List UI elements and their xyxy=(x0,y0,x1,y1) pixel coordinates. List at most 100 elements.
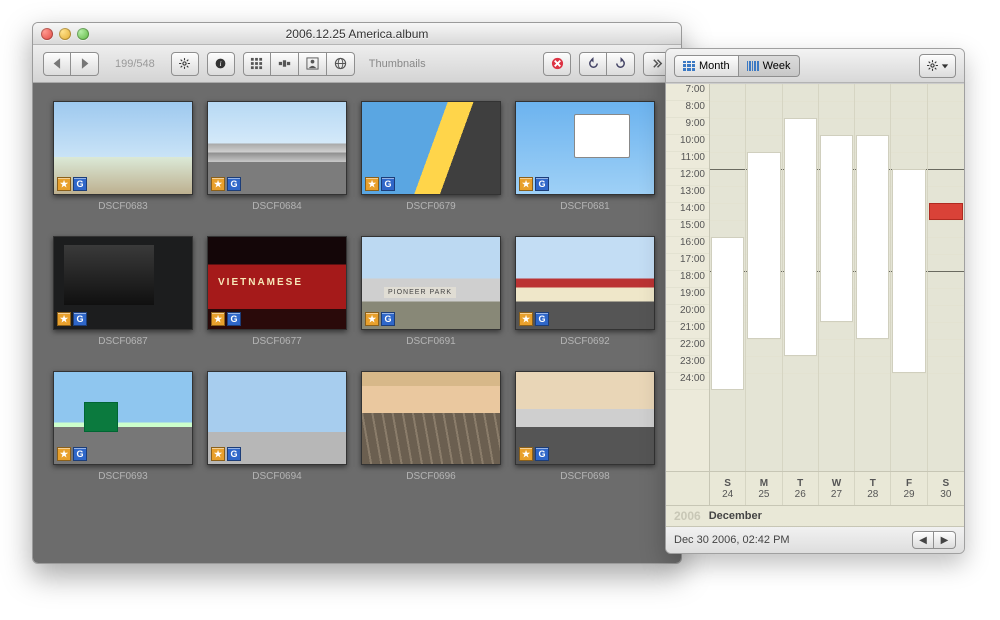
thumbnail-badges: ★G xyxy=(57,312,87,326)
hour-label: 12:00 xyxy=(666,169,709,186)
day-column[interactable] xyxy=(891,84,927,471)
hour-label: 22:00 xyxy=(666,339,709,356)
thumbnail-label: DSCF0679 xyxy=(406,201,455,212)
grid-view-button[interactable] xyxy=(243,52,271,76)
calendar-event[interactable] xyxy=(711,237,744,390)
side-tab-notes[interactable]: Notes xyxy=(964,176,965,223)
week-button[interactable]: Week xyxy=(739,55,800,77)
thumbnail-cell: ★GDSCF0691 xyxy=(361,236,501,347)
back-button[interactable] xyxy=(43,52,71,76)
calendar-event[interactable] xyxy=(784,118,817,356)
thumbnail-badges: ★G xyxy=(365,312,395,326)
thumbnail[interactable]: ★G xyxy=(361,101,501,195)
day-header-cell[interactable]: W27 xyxy=(819,472,855,505)
thumbnail-badges: ★G xyxy=(365,177,395,191)
globe-view-button[interactable] xyxy=(327,52,355,76)
thumbnail[interactable]: ★G xyxy=(361,236,501,330)
thumbnail-area[interactable]: ★GDSCF0683★GDSCF0684★GDSCF0679★GDSCF0681… xyxy=(33,83,681,563)
star-badge: ★ xyxy=(57,177,71,191)
day-column[interactable] xyxy=(746,84,782,471)
geotag-badge: G xyxy=(227,177,241,191)
thumbnail-badges: ★G xyxy=(211,177,241,191)
day-column[interactable] xyxy=(710,84,746,471)
thumbnail[interactable]: ★G xyxy=(361,371,501,465)
view-mode-group xyxy=(243,52,355,76)
thumbnail-cell: ★GDSCF0683 xyxy=(53,101,193,212)
calendar-gear-button[interactable] xyxy=(919,54,956,78)
thumbnail[interactable]: ★G xyxy=(207,371,347,465)
rotate-ccw-icon xyxy=(587,57,600,70)
next-button[interactable]: ▶ xyxy=(934,531,956,549)
hour-label: 17:00 xyxy=(666,254,709,271)
minimize-icon[interactable] xyxy=(59,28,71,40)
day-header-cell[interactable]: S24 xyxy=(710,472,746,505)
star-badge: ★ xyxy=(211,177,225,191)
thumbnail[interactable]: ★G xyxy=(207,236,347,330)
hour-label: 19:00 xyxy=(666,288,709,305)
day-header-cell[interactable]: T26 xyxy=(783,472,819,505)
day-header-cell[interactable]: M25 xyxy=(746,472,782,505)
calendar-event[interactable] xyxy=(856,135,889,339)
side-tab-calendar[interactable]: Calendar xyxy=(964,223,965,285)
geotag-badge: G xyxy=(381,177,395,191)
thumbnail-cell: ★GDSCF0681 xyxy=(515,101,655,212)
geotag-badge: G xyxy=(381,447,395,461)
calendar-event[interactable] xyxy=(929,203,963,220)
calendar-event[interactable] xyxy=(747,152,780,339)
calendar-toolbar: Month Week xyxy=(666,49,964,83)
info-button[interactable]: i xyxy=(207,52,235,76)
thumbnail[interactable]: ★G xyxy=(207,101,347,195)
hour-label: 16:00 xyxy=(666,237,709,254)
thumbnail-badges: ★G xyxy=(365,447,395,461)
side-tab-edit[interactable]: Edit xyxy=(964,339,965,378)
forward-button[interactable] xyxy=(71,52,99,76)
svg-text:i: i xyxy=(220,59,222,68)
side-tab-geotag[interactable]: Geotag xyxy=(964,285,965,339)
week-grid[interactable] xyxy=(710,84,964,471)
day-header-cell[interactable]: S30 xyxy=(928,472,964,505)
person-view-button[interactable] xyxy=(299,52,327,76)
album-window: 2006.12.25 America.album 199/548 i xyxy=(32,22,682,564)
rotate-ccw-button[interactable] xyxy=(579,52,607,76)
day-column[interactable] xyxy=(819,84,855,471)
hour-label: 15:00 xyxy=(666,220,709,237)
day-column[interactable] xyxy=(855,84,891,471)
hour-label: 21:00 xyxy=(666,322,709,339)
star-badge: ★ xyxy=(519,312,533,326)
thumbnail[interactable]: ★G xyxy=(515,371,655,465)
hour-label: 24:00 xyxy=(666,373,709,390)
close-icon[interactable] xyxy=(41,28,53,40)
day-column[interactable] xyxy=(928,84,964,471)
rotate-cw-button[interactable] xyxy=(607,52,635,76)
month-button[interactable]: Month xyxy=(674,55,739,77)
calendar-event[interactable] xyxy=(892,169,925,373)
filmstrip-view-button[interactable] xyxy=(271,52,299,76)
day-column[interactable] xyxy=(783,84,819,471)
titlebar[interactable]: 2006.12.25 America.album xyxy=(33,23,681,45)
info-icon: i xyxy=(214,57,227,70)
geotag-badge: G xyxy=(227,447,241,461)
star-badge: ★ xyxy=(211,312,225,326)
prev-button[interactable]: ◀ xyxy=(912,531,934,549)
cancel-button[interactable] xyxy=(543,52,571,76)
calendar-event[interactable] xyxy=(820,135,853,322)
thumbnail-label: DSCF0687 xyxy=(98,336,147,347)
gear-button[interactable] xyxy=(171,52,199,76)
hour-label: 7:00 xyxy=(666,84,709,101)
thumbnail[interactable]: ★G xyxy=(53,101,193,195)
hour-label: 8:00 xyxy=(666,101,709,118)
side-tab-information[interactable]: Information xyxy=(964,105,965,176)
thumbnail[interactable]: ★G xyxy=(515,101,655,195)
day-header: S24M25T26W27T28F29S30 xyxy=(666,471,964,505)
thumbnail[interactable]: ★G xyxy=(53,371,193,465)
day-header-cell[interactable]: T28 xyxy=(855,472,891,505)
dow-label: M xyxy=(760,478,768,489)
thumbnail[interactable]: ★G xyxy=(53,236,193,330)
dow-label: S xyxy=(724,478,731,489)
zoom-icon[interactable] xyxy=(77,28,89,40)
dow-label: F xyxy=(906,478,912,489)
thumbnail[interactable]: ★G xyxy=(515,236,655,330)
thumbnail-badges: ★G xyxy=(57,177,87,191)
hour-label: 9:00 xyxy=(666,118,709,135)
day-header-cell[interactable]: F29 xyxy=(891,472,927,505)
